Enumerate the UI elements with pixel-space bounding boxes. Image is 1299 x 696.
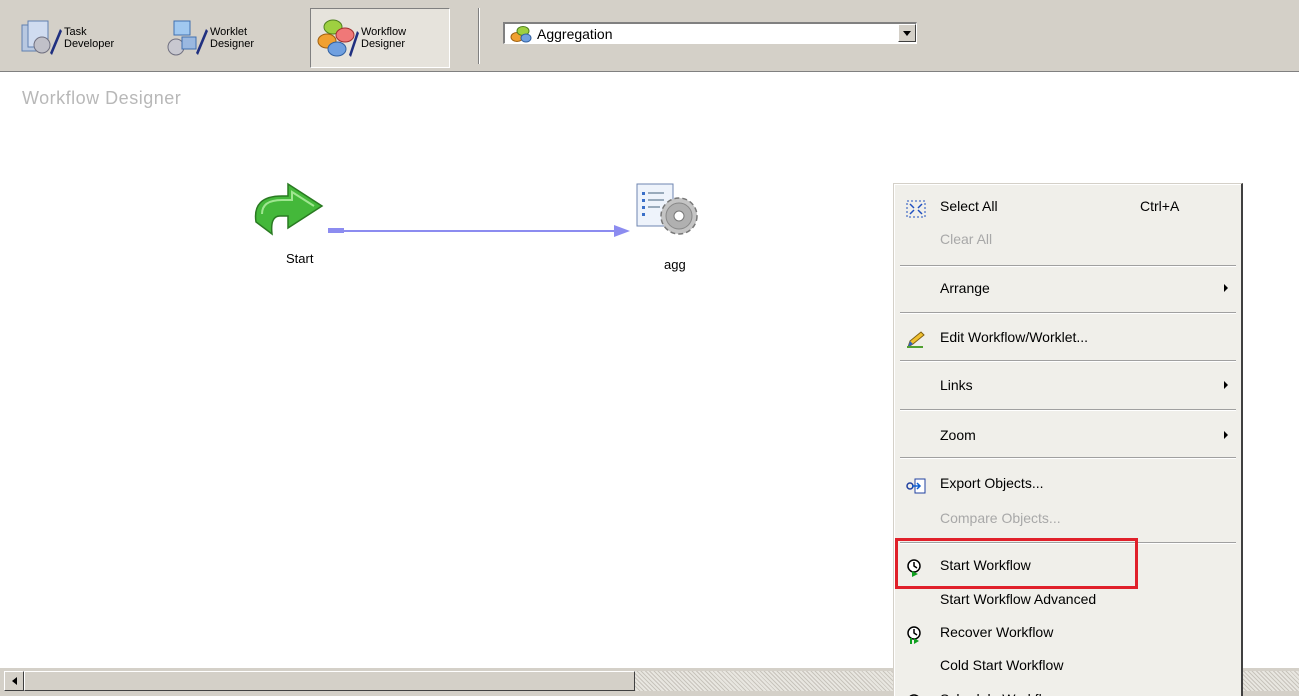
submenu-arrow-icon xyxy=(1224,284,1228,292)
menu-separator xyxy=(900,265,1236,267)
menu-item-links[interactable]: Links xyxy=(894,370,1240,400)
scrollbar-thumb[interactable] xyxy=(24,671,635,691)
edit-pencil-icon xyxy=(906,329,926,349)
menu-item-edit-workflow[interactable]: Edit Workflow/Worklet... xyxy=(894,322,1240,352)
scroll-left-button[interactable] xyxy=(4,671,24,691)
menu-item-label: Clear All xyxy=(940,231,993,247)
menu-separator xyxy=(900,312,1236,314)
menu-item-label: Recover Workflow xyxy=(940,624,1054,640)
select-all-icon xyxy=(906,198,926,218)
menu-item-cold-start-workflow[interactable]: Cold Start Workflow xyxy=(894,650,1240,680)
menu-item-schedule-workflow[interactable]: Schedule Workflow... xyxy=(894,684,1240,696)
menu-item-clear-all[interactable]: Clear All xyxy=(894,224,1240,254)
menu-item-label: Edit Workflow/Worklet... xyxy=(940,329,1089,345)
start-arrow-icon xyxy=(254,182,324,236)
context-menu: Select All Ctrl+A Clear All Arrange Edit… xyxy=(893,183,1243,696)
menu-item-recover-workflow[interactable]: Recover Workflow xyxy=(894,617,1240,647)
agg-node-label[interactable]: agg xyxy=(664,257,686,272)
menu-item-label: Arrange xyxy=(940,280,990,296)
menu-item-label: Schedule Workflow... xyxy=(940,684,1070,696)
link-start-handle xyxy=(328,228,344,233)
export-icon xyxy=(906,475,926,494)
recover-workflow-icon xyxy=(906,624,926,644)
link-arrowhead xyxy=(614,225,630,237)
menu-separator xyxy=(900,409,1236,411)
menu-item-label: Links xyxy=(940,377,973,393)
start-workflow-highlight xyxy=(895,538,1138,589)
menu-separator xyxy=(900,457,1236,459)
menu-item-select-all[interactable]: Select All Ctrl+A xyxy=(894,191,1240,221)
submenu-arrow-icon xyxy=(1224,381,1228,389)
menu-item-arrange[interactable]: Arrange xyxy=(894,273,1240,303)
submenu-arrow-icon xyxy=(1224,431,1228,439)
menu-item-label: Export Objects... xyxy=(940,475,1044,491)
menu-item-label: Cold Start Workflow xyxy=(940,657,1064,673)
schedule-icon xyxy=(906,691,926,696)
menu-item-zoom[interactable]: Zoom xyxy=(894,420,1240,450)
start-node-label[interactable]: Start xyxy=(286,251,313,266)
menu-item-label: Select All xyxy=(940,198,998,214)
chevron-left-icon xyxy=(11,677,17,685)
menu-separator xyxy=(900,360,1236,362)
session-gear-icon xyxy=(636,183,698,235)
menu-item-compare-objects[interactable]: Compare Objects... xyxy=(894,503,1240,533)
menu-item-label: Compare Objects... xyxy=(940,510,1061,526)
menu-item-export-objects[interactable]: Export Objects... xyxy=(894,468,1240,498)
menu-item-label: Zoom xyxy=(940,427,976,443)
menu-item-shortcut: Ctrl+A xyxy=(1140,198,1180,214)
